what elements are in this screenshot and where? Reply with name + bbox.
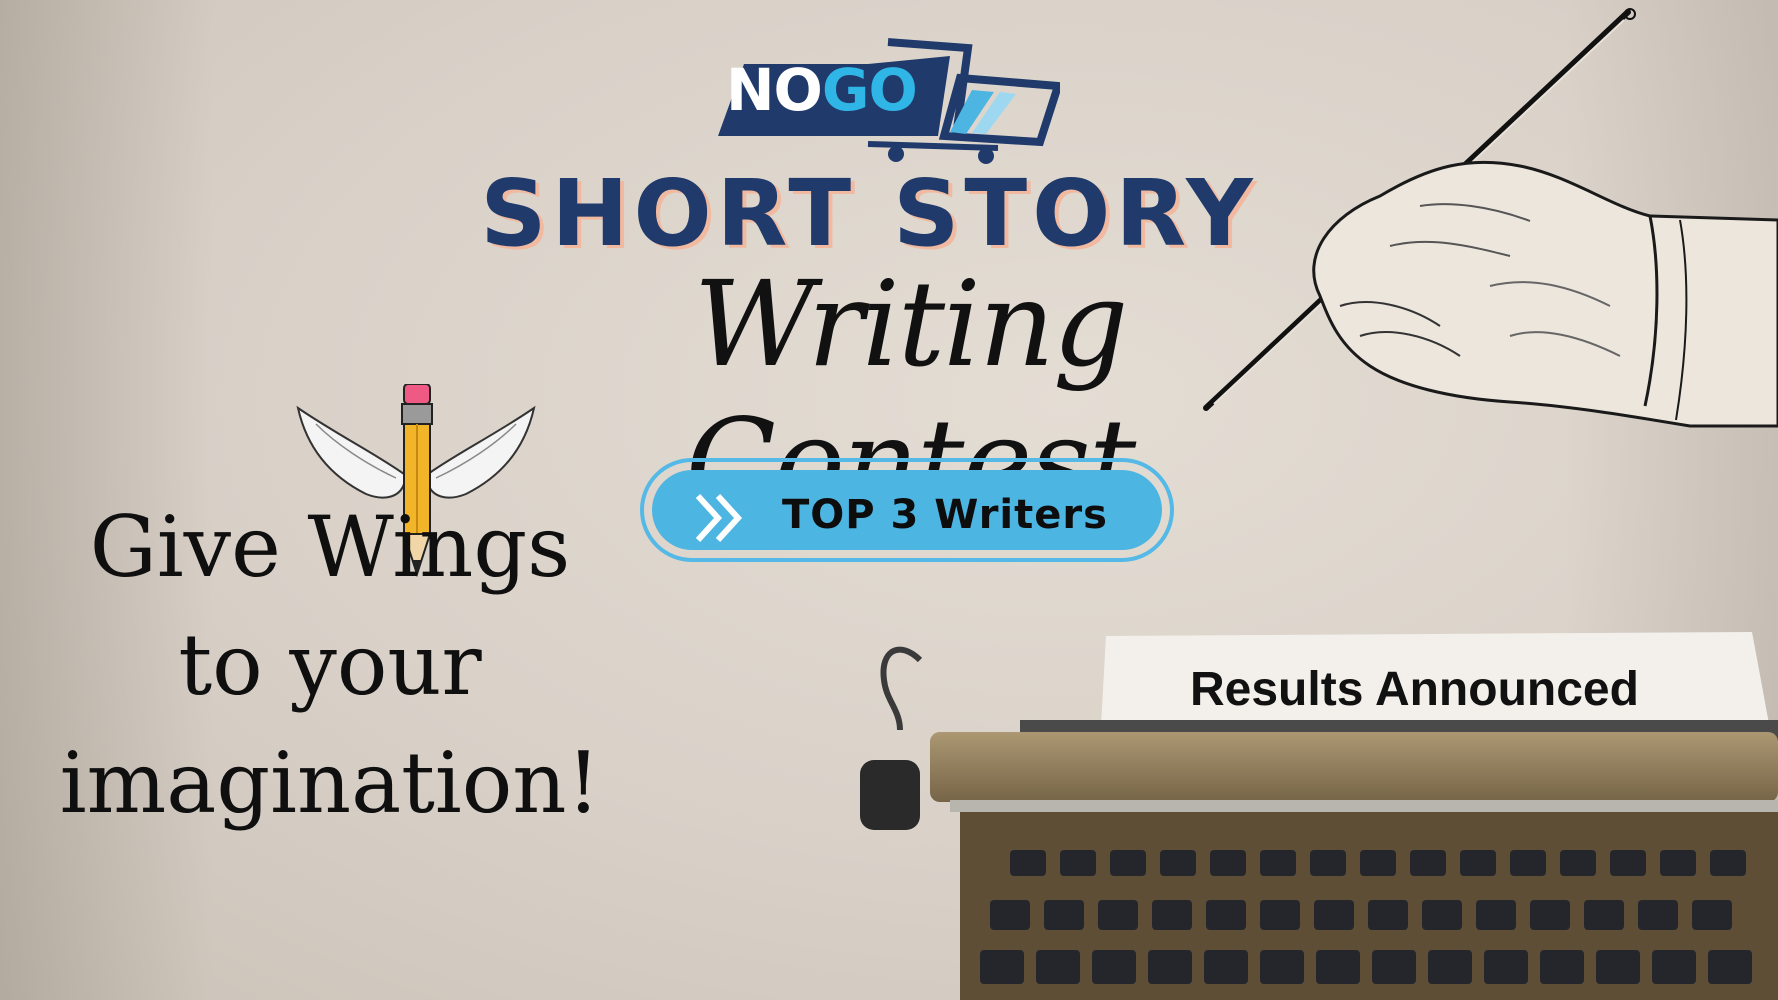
nogo-logo[interactable]: NOGO: [718, 36, 1064, 166]
tagline: Give Wings to your imagination!: [30, 488, 630, 842]
banner: NOGO SHORT STORY Writing Contest TOP 3 W…: [0, 0, 1778, 1000]
double-chevron-right-icon: [695, 493, 743, 543]
logo-no-text: NO: [726, 56, 823, 124]
tagline-line-1: Give Wings: [89, 498, 571, 596]
logo-go-text: GO: [821, 56, 918, 124]
top-writers-label: TOP 3 Writers: [782, 492, 1108, 538]
tagline-line-2: to your: [178, 616, 482, 714]
top-writers-button[interactable]: TOP 3 Writers: [640, 458, 1174, 562]
paper-results-text: Results Announced: [1190, 663, 1639, 716]
logo-wordmark: NOGO: [726, 56, 918, 124]
tagline-line-3: imagination!: [59, 734, 601, 832]
top-writers-button-fill: TOP 3 Writers: [652, 470, 1162, 550]
hand-writing-with-pen-icon: [1203, 8, 1778, 428]
